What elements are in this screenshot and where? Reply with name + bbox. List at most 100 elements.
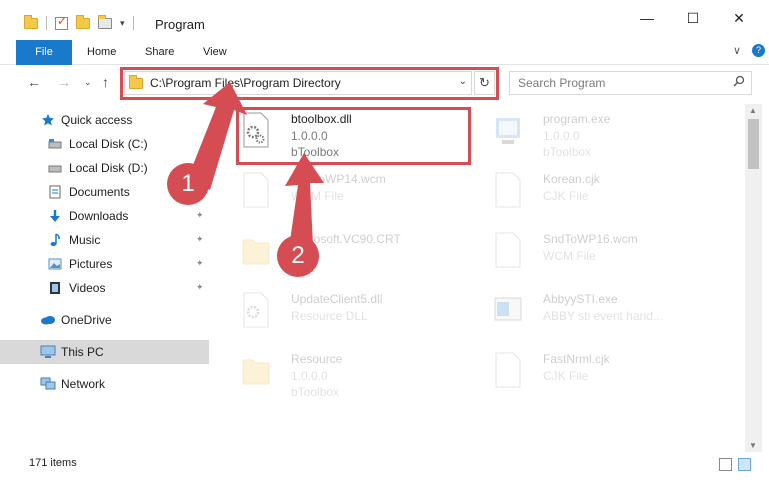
sidebar-item-label: Network <box>61 377 106 391</box>
refresh-button[interactable]: ↻ <box>474 71 495 95</box>
vertical-scrollbar[interactable]: ▲ ▼ <box>745 104 762 452</box>
file-item-sndtowp14[interactable]: SndToWP14.wcm WCM File <box>233 168 473 224</box>
sidebar-item-label: Music <box>69 233 101 247</box>
file-item-abbyysti-exe[interactable]: AbbyySTI.exe ABBY sti event hand... <box>485 288 725 344</box>
blank-file-icon <box>493 172 523 208</box>
documents-icon <box>48 185 62 199</box>
file-name: AbbyySTI.exe <box>543 292 618 306</box>
pin-icon[interactable]: ✦ <box>196 282 204 293</box>
callout-badge-1: 1 <box>167 163 209 205</box>
folder-icon[interactable] <box>24 14 38 29</box>
file-company: bToolbox <box>543 145 592 159</box>
chevron-down-icon[interactable]: ⌄ <box>459 76 467 87</box>
file-company: bToolbox <box>291 385 340 399</box>
file-type: CJK File <box>543 189 589 203</box>
scroll-down-icon[interactable]: ▼ <box>749 441 757 450</box>
file-name: UpdateClient5.dll <box>291 292 383 306</box>
tab-share[interactable]: Share <box>145 40 174 65</box>
customize-toolbar-icon[interactable]: ▾ <box>120 18 125 29</box>
sidebar-item-music[interactable]: Music ✦ <box>0 228 209 252</box>
recent-locations-icon[interactable]: ⌄ <box>84 77 92 88</box>
navigation-pane: Quick access Local Disk (C:) Local Disk … <box>0 104 210 449</box>
back-button[interactable]: ← <box>27 74 41 90</box>
quick-access-toolbar: ▾ <box>24 14 134 30</box>
details-view-icon[interactable] <box>719 458 732 471</box>
pin-icon[interactable]: ✦ <box>196 234 204 245</box>
tab-file[interactable]: File <box>16 40 72 65</box>
minimize-button[interactable]: — <box>624 10 670 26</box>
blank-file-icon <box>241 172 271 208</box>
callout-badge-2: 2 <box>277 235 319 277</box>
file-item-program-exe[interactable]: program.exe 1.0.0.0 bToolbox <box>485 108 725 164</box>
file-item-resource[interactable]: Resource 1.0.0.0 bToolbox <box>233 348 473 404</box>
folder-icon <box>129 75 143 89</box>
sidebar-item-label: OneDrive <box>61 313 112 327</box>
file-type: Resource DLL <box>291 309 368 323</box>
maximize-button[interactable]: ☐ <box>670 10 716 27</box>
new-folder-icon[interactable] <box>76 14 90 29</box>
sidebar-item-label: Quick access <box>61 113 133 127</box>
tab-home[interactable]: Home <box>87 40 116 65</box>
file-item-korean-cjk[interactable]: Korean.cjk CJK File <box>485 168 725 224</box>
scroll-up-icon[interactable]: ▲ <box>749 106 757 115</box>
search-input[interactable]: Search Program <box>509 71 752 95</box>
sidebar-item-pictures[interactable]: Pictures ✦ <box>0 252 209 276</box>
file-type: WCM File <box>291 189 344 203</box>
sidebar-item-label: Documents <box>69 185 130 199</box>
tab-view[interactable]: View <box>203 40 227 65</box>
scroll-thumb[interactable] <box>748 119 759 169</box>
star-icon <box>41 113 55 127</box>
file-item-sndtowp16[interactable]: SndToWP16.wcm WCM File <box>485 228 725 284</box>
folder-icon <box>241 232 271 268</box>
music-icon <box>48 233 62 247</box>
divider <box>132 16 134 30</box>
status-bar: 171 items <box>0 452 769 477</box>
folder-icon <box>241 352 271 388</box>
file-item-updateclient5-dll[interactable]: UpdateClient5.dll Resource DLL <box>233 288 473 344</box>
exe-icon <box>493 112 523 148</box>
blank-file-icon <box>493 232 523 268</box>
sidebar-item-videos[interactable]: Videos ✦ <box>0 276 209 300</box>
dll-gear-icon <box>241 292 271 328</box>
sidebar-item-label: This PC <box>61 345 104 359</box>
window-title: Program <box>155 17 205 32</box>
sidebar-item-label: Local Disk (C:) <box>69 137 148 151</box>
downloads-icon <box>48 209 62 223</box>
sidebar-item-downloads[interactable]: Downloads ✦ <box>0 204 209 228</box>
ribbon: File Home Share View ∨ ? <box>0 40 769 65</box>
sidebar-item-label: Local Disk (D:) <box>69 161 148 175</box>
ribbon-collapse-icon[interactable]: ∨ <box>733 44 741 57</box>
file-name: SndToWP14.wcm <box>291 172 386 186</box>
close-button[interactable]: ✕ <box>716 10 762 27</box>
forward-button[interactable]: → <box>57 74 71 90</box>
rename-icon[interactable] <box>98 14 112 29</box>
pictures-icon <box>48 257 62 271</box>
properties-icon[interactable] <box>55 14 68 30</box>
drive-icon <box>48 137 62 151</box>
address-bar[interactable]: C:\Program Files\Program Directory ⌄ <box>124 71 472 95</box>
blank-file-icon <box>493 352 523 388</box>
pin-icon[interactable]: ✦ <box>196 210 204 221</box>
file-item-fastnrml-cjk[interactable]: FastNrml.cjk CJK File <box>485 348 725 404</box>
up-button[interactable]: ↑ <box>102 74 109 90</box>
file-version: 1.0.0.0 <box>291 369 328 383</box>
sidebar-item-local-disk-c[interactable]: Local Disk (C:) <box>0 132 209 156</box>
search-icon[interactable] <box>733 75 745 90</box>
divider <box>46 16 47 30</box>
file-name: Resource <box>291 352 343 366</box>
file-highlight-box <box>236 107 471 165</box>
sidebar-item-onedrive[interactable]: OneDrive <box>0 308 209 332</box>
sidebar-item-quick-access[interactable]: Quick access <box>0 108 209 132</box>
address-path[interactable]: C:\Program Files\Program Directory <box>150 76 341 90</box>
sidebar-item-network[interactable]: Network <box>0 372 209 396</box>
file-item-microsoft-vc90-crt[interactable]: Microsoft.VC90.CRT <box>233 228 473 284</box>
sidebar-item-label: Videos <box>69 281 106 295</box>
file-description: ABBY sti event hand... <box>543 309 663 323</box>
file-type: CJK File <box>543 369 589 383</box>
sidebar-item-this-pc[interactable]: This PC <box>0 340 209 364</box>
computer-icon <box>40 345 56 359</box>
help-icon[interactable]: ? <box>752 44 765 57</box>
pin-icon[interactable]: ✦ <box>196 258 204 269</box>
large-icons-view-icon[interactable] <box>738 458 751 471</box>
file-version: 1.0.0.0 <box>543 129 580 143</box>
